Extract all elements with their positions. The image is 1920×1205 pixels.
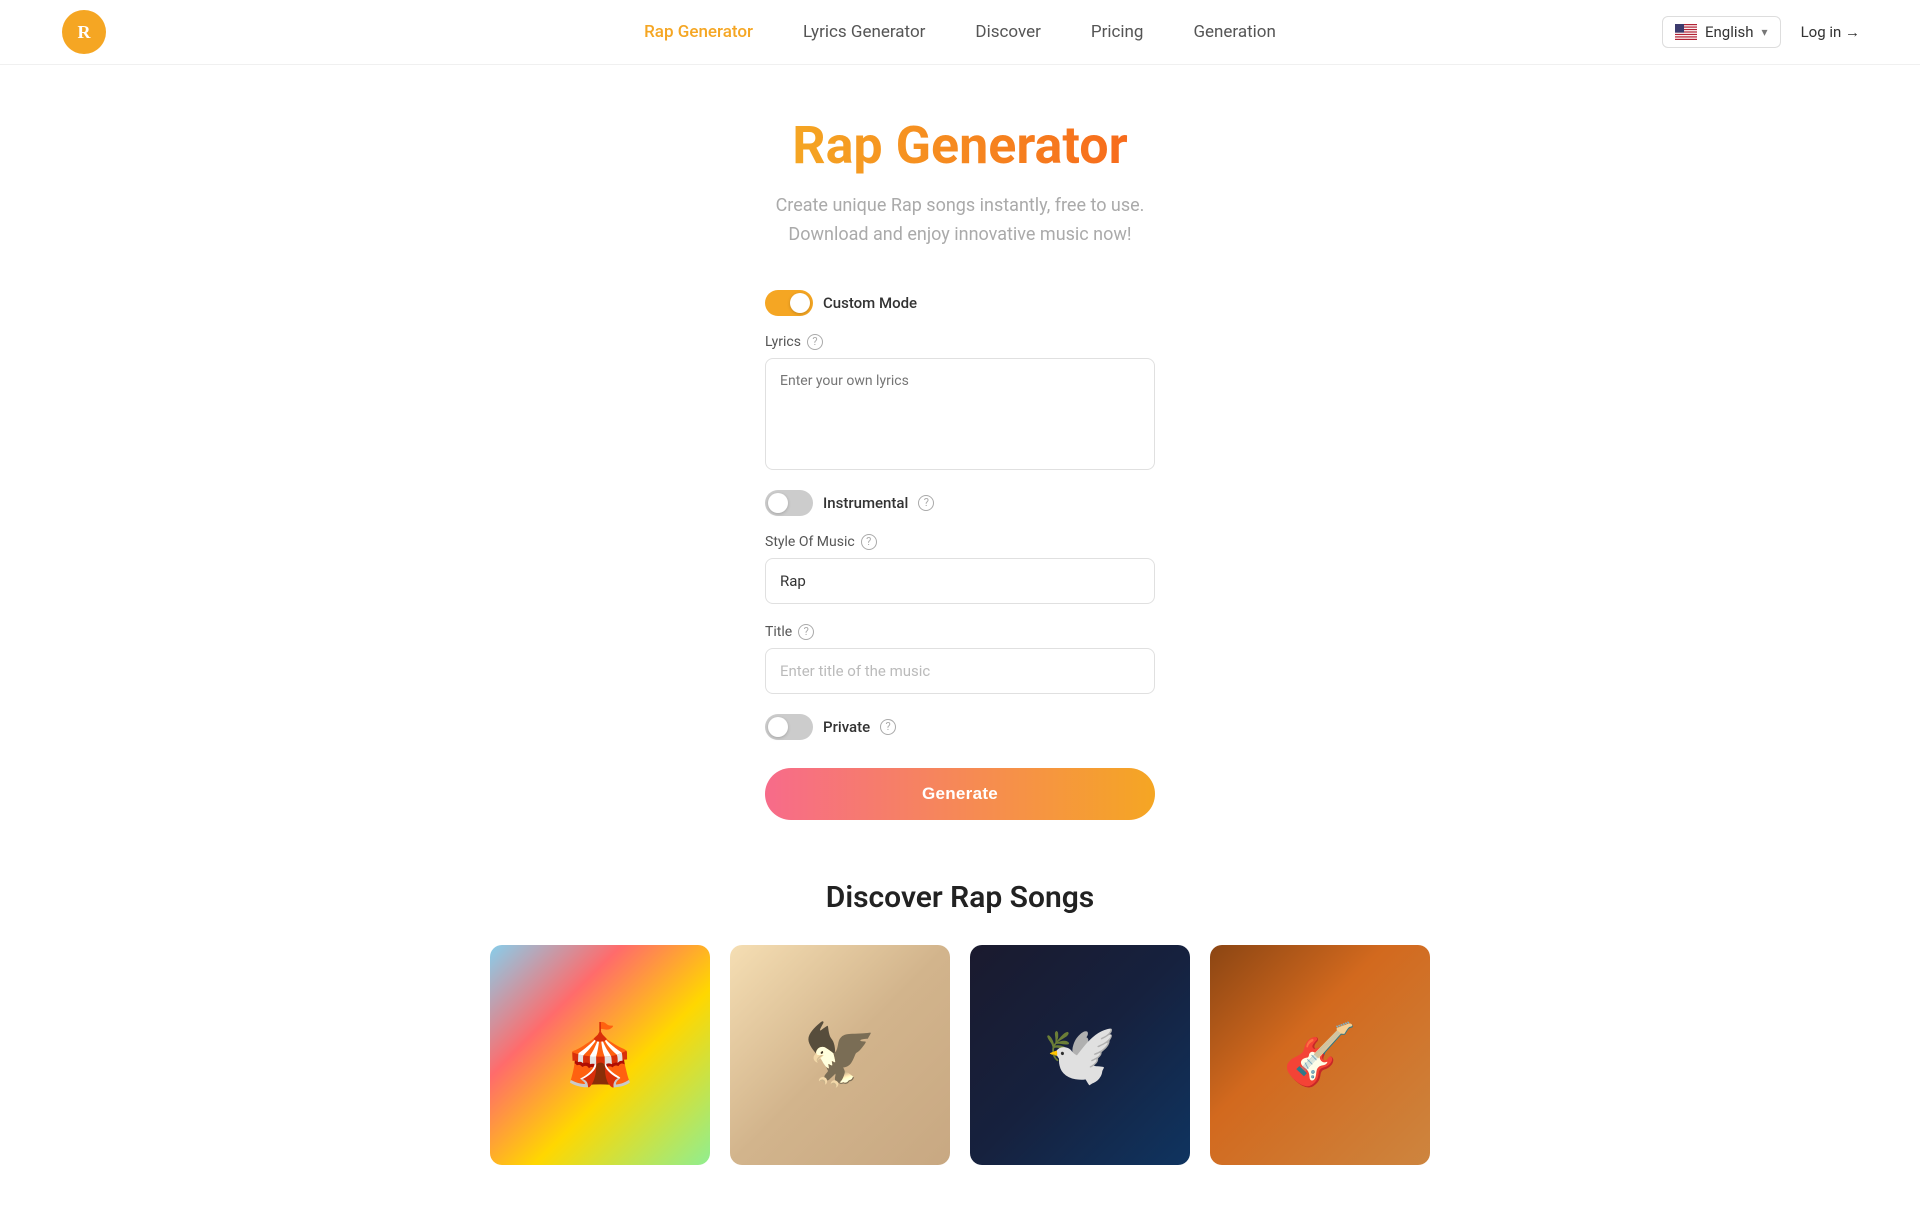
main-nav: Rap Generator Lyrics Generator Discover … xyxy=(644,22,1276,42)
private-help-icon[interactable]: ? xyxy=(880,719,896,735)
generate-button[interactable]: Generate xyxy=(765,768,1155,820)
login-button[interactable]: Log in → xyxy=(1801,23,1860,41)
main-content: Rap Generator Create unique Rap songs in… xyxy=(0,65,1920,1205)
private-label: Private xyxy=(823,718,870,736)
music-card-1[interactable] xyxy=(490,945,710,1165)
card-bg-4 xyxy=(1210,945,1430,1165)
page-subtitle: Create unique Rap songs instantly, free … xyxy=(776,192,1145,250)
lyrics-input[interactable] xyxy=(765,358,1155,470)
custom-mode-label: Custom Mode xyxy=(823,294,917,312)
private-row: Private ? xyxy=(765,714,1155,740)
music-card-3[interactable] xyxy=(970,945,1190,1165)
music-cards-row xyxy=(20,945,1900,1165)
header-right: English ▾ Log in → xyxy=(1662,16,1860,48)
lyrics-label: Lyrics ? xyxy=(765,334,1155,350)
card-art-2 xyxy=(730,945,950,1165)
custom-mode-row: Custom Mode xyxy=(765,290,1155,316)
nav-discover[interactable]: Discover xyxy=(975,22,1040,42)
instrumental-help-icon[interactable]: ? xyxy=(918,495,934,511)
nav-generation[interactable]: Generation xyxy=(1193,22,1275,42)
music-card-2[interactable] xyxy=(730,945,950,1165)
chevron-down-icon: ▾ xyxy=(1762,25,1768,39)
card-bg-3 xyxy=(970,945,1190,1165)
title-label: Title ? xyxy=(765,624,1155,640)
header: R Rap Generator Lyrics Generator Discove… xyxy=(0,0,1920,65)
generator-form: Custom Mode Lyrics ? Instrumental ? Styl… xyxy=(765,290,1155,820)
page-title: Rap Generator xyxy=(792,115,1127,176)
music-card-4[interactable] xyxy=(1210,945,1430,1165)
private-toggle[interactable] xyxy=(765,714,813,740)
card-art-1 xyxy=(490,945,710,1165)
instrumental-row: Instrumental ? xyxy=(765,490,1155,516)
private-slider xyxy=(765,714,813,740)
style-input[interactable] xyxy=(765,558,1155,604)
custom-mode-toggle[interactable] xyxy=(765,290,813,316)
instrumental-label: Instrumental xyxy=(823,494,908,512)
custom-mode-slider xyxy=(765,290,813,316)
card-bg-1 xyxy=(490,945,710,1165)
style-help-icon[interactable]: ? xyxy=(861,534,877,550)
nav-rap-generator[interactable]: Rap Generator xyxy=(644,22,753,42)
instrumental-toggle[interactable] xyxy=(765,490,813,516)
discover-section: Discover Rap Songs xyxy=(20,880,1900,1165)
lyrics-help-icon[interactable]: ? xyxy=(807,334,823,350)
svg-text:R: R xyxy=(78,22,92,42)
style-label: Style Of Music ? xyxy=(765,534,1155,550)
title-help-icon[interactable]: ? xyxy=(798,624,814,640)
discover-title: Discover Rap Songs xyxy=(20,880,1900,915)
language-selector[interactable]: English ▾ xyxy=(1662,16,1781,48)
flag-icon xyxy=(1675,24,1697,40)
nav-pricing[interactable]: Pricing xyxy=(1091,22,1144,42)
card-art-3 xyxy=(970,945,1190,1165)
nav-lyrics-generator[interactable]: Lyrics Generator xyxy=(803,22,925,42)
card-art-4 xyxy=(1210,945,1430,1165)
logo-icon: R xyxy=(60,8,108,56)
card-bg-2 xyxy=(730,945,950,1165)
title-input[interactable] xyxy=(765,648,1155,694)
logo[interactable]: R xyxy=(60,8,108,56)
instrumental-slider xyxy=(765,490,813,516)
language-label: English xyxy=(1705,23,1754,41)
